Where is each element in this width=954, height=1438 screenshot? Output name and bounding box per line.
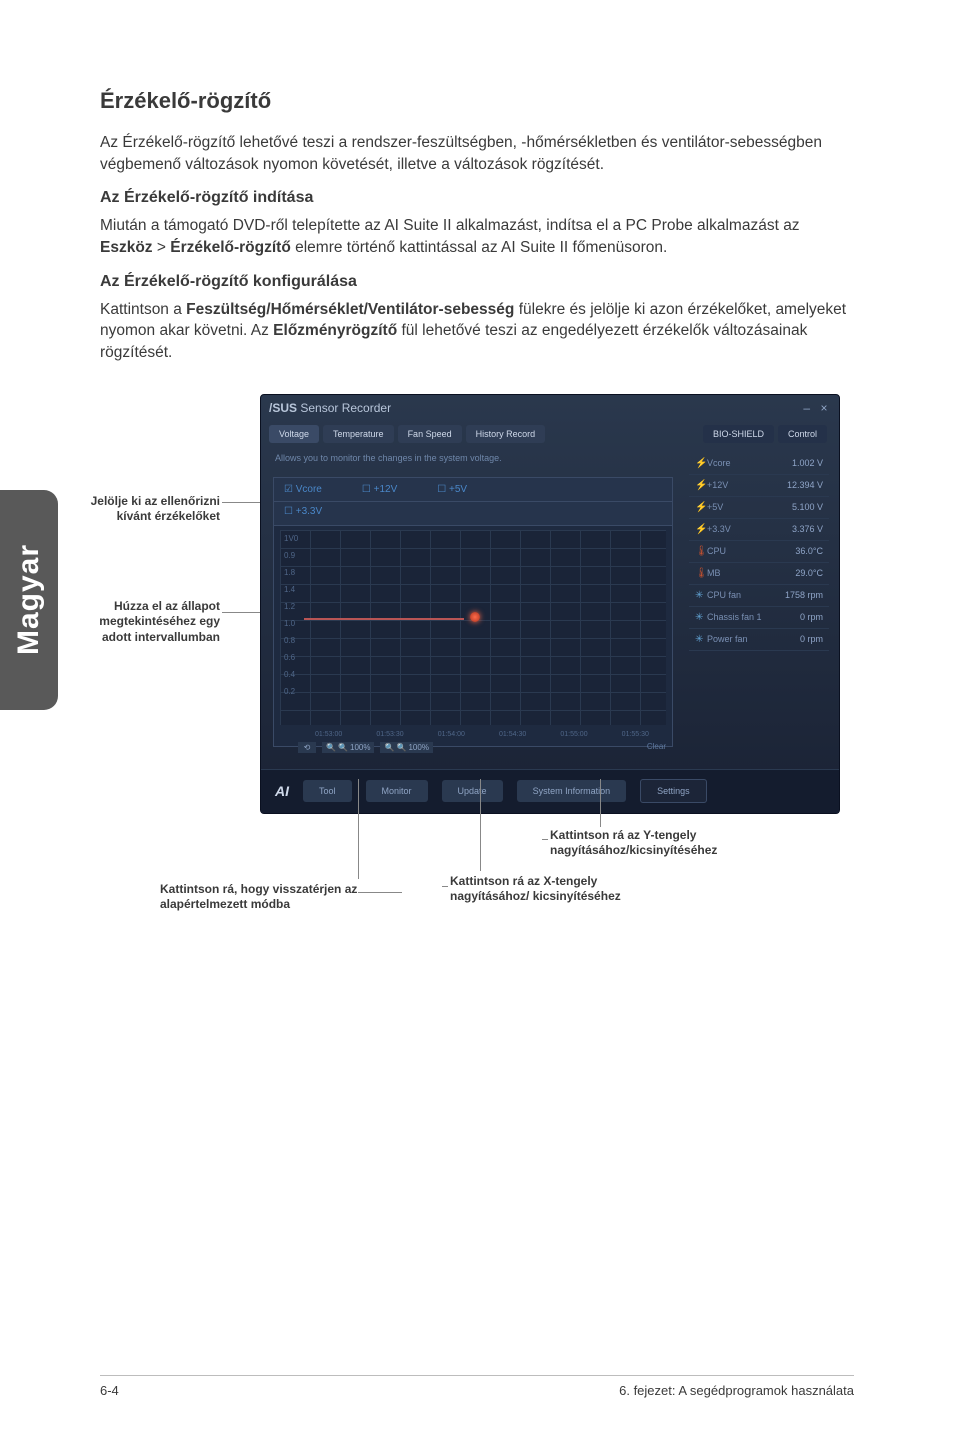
sensor-row-vcore: ⚡Vcore1.002 V (689, 453, 829, 475)
bolt-icon: ⚡ (695, 480, 707, 491)
brand-logo: /SUS (269, 401, 297, 415)
bottom-dock: AI Tool Monitor Update System Informatio… (261, 769, 839, 813)
sensor-row-chassis-fan: ✳Chassis fan 10 rpm (689, 607, 829, 629)
leader-line (442, 886, 448, 887)
leader-line (480, 779, 481, 871)
check-vcore[interactable]: ☑ Vcore (284, 484, 322, 495)
chart-plot[interactable]: 1V00.91.81.41.21.00.80.60.40.2 (280, 530, 666, 725)
bioshield-button[interactable]: BIO-SHIELD (703, 425, 774, 443)
close-button[interactable]: × (817, 395, 831, 421)
tab-history-record[interactable]: History Record (466, 425, 546, 443)
control-button[interactable]: Control (778, 425, 827, 443)
window-title: Sensor Recorder (300, 401, 391, 415)
leader-line (222, 612, 260, 613)
page-number: 6-4 (100, 1383, 119, 1398)
tab-temperature[interactable]: Temperature (323, 425, 394, 443)
section-start-heading: Az Érzékelő-rögzítő indítása (100, 189, 854, 207)
chart-x-axis: 01:53:0001:53:3001:54:0001:54:3001:55:00… (274, 729, 672, 738)
clear-button[interactable]: Clear (647, 742, 666, 753)
sensor-row-cpu-fan: ✳CPU fan1758 rpm (689, 585, 829, 607)
sensor-check-row-1: ☑ Vcore ☐ +12V ☐ +5V (274, 478, 672, 502)
fan-icon: ✳ (695, 634, 707, 645)
sensor-row-cpu-temp: 🌡CPU36.0°C (689, 541, 829, 563)
leader-line (600, 779, 601, 827)
dock-update-button[interactable]: Update (442, 780, 503, 802)
caption-select-sensors: Jelölje ki az ellenőrizni kívánt érzékel… (90, 494, 220, 525)
sensor-recorder-window: /SUS Sensor Recorder – × Voltage Tempera… (260, 394, 840, 814)
chart-panel: ☑ Vcore ☐ +12V ☐ +5V ☐ +3.3V 1V00.91.81.… (273, 477, 673, 747)
page-footer: 6-4 6. fejezet: A segédprogramok használ… (0, 1383, 954, 1398)
check-12v[interactable]: ☐ +12V (362, 484, 397, 495)
dock-tool-button[interactable]: Tool (303, 780, 352, 802)
tab-fan-speed[interactable]: Fan Speed (398, 425, 462, 443)
thermometer-icon: 🌡 (695, 546, 707, 557)
screenshot-wrapper: Jelölje ki az ellenőrizni kívánt érzékel… (100, 394, 840, 934)
window-titlebar: /SUS Sensor Recorder – × (261, 395, 839, 421)
sensor-row-12v: ⚡+12V12.394 V (689, 475, 829, 497)
sensor-row-5v: ⚡+5V5.100 V (689, 497, 829, 519)
zoom-y-control[interactable]: 🔍 🔍 100% (380, 742, 432, 753)
intro-paragraph: Az Érzékelő-rögzítő lehetővé teszi a ren… (100, 132, 854, 175)
ai-logo-icon: AI (275, 783, 289, 799)
reset-zoom-button[interactable]: ⟲ (298, 742, 316, 753)
sensor-row-3-3v: ⚡+3.3V3.376 V (689, 519, 829, 541)
history-recorder-bold: Előzményrögzítő (273, 322, 397, 339)
chart-trend-line (304, 618, 660, 620)
dock-sysinfo-button[interactable]: System Information (517, 780, 627, 802)
leader-line (542, 839, 548, 840)
section-config-heading: Az Érzékelő-rögzítő konfigurálása (100, 273, 854, 291)
section-config-body: Kattintson a Feszültség/Hőmérséklet/Vent… (100, 299, 854, 364)
leader-line (358, 779, 359, 879)
leader-line (222, 502, 260, 503)
bolt-icon: ⚡ (695, 502, 707, 513)
page-title: Érzékelő-rögzítő (100, 88, 854, 114)
footer-rule (100, 1375, 854, 1376)
menu-tool: Eszköz (100, 239, 153, 256)
fan-icon: ✳ (695, 590, 707, 601)
check-3-3v[interactable]: ☐ +3.3V (284, 506, 322, 517)
caption-drag-status: Húzza el az állapot megtekintéséhez egy … (90, 599, 220, 646)
minimize-button[interactable]: – (800, 395, 814, 421)
tab-voltage[interactable]: Voltage (269, 425, 319, 443)
bolt-icon: ⚡ (695, 458, 707, 469)
dock-monitor-button[interactable]: Monitor (366, 780, 428, 802)
sensor-check-row-2: ☐ +3.3V (274, 502, 672, 526)
zoom-x-out-icon[interactable]: 🔍 (338, 743, 348, 752)
page: Érzékelő-rögzítő Az Érzékelő-rögzítő leh… (0, 0, 954, 934)
caption-zoom-x: Kattintson rá az X-tengely nagyításához/… (450, 874, 650, 905)
bolt-icon: ⚡ (695, 524, 707, 535)
zoom-x-control[interactable]: 🔍 🔍 100% (322, 742, 374, 753)
tabs-row: Voltage Temperature Fan Speed History Re… (261, 421, 839, 447)
sensor-row-mb-temp: 🌡MB29.0°C (689, 563, 829, 585)
zoom-y-in-icon[interactable]: 🔍 (384, 743, 394, 752)
sensor-row-power-fan: ✳Power fan0 rpm (689, 629, 829, 651)
chart-controls: ⟲ 🔍 🔍 100% 🔍 🔍 100% Clear (274, 738, 672, 753)
chart-y-axis: 1V00.91.81.41.21.00.80.60.40.2 (284, 530, 298, 700)
zoom-y-out-icon[interactable]: 🔍 (396, 743, 406, 752)
thermometer-icon: 🌡 (695, 568, 707, 579)
check-5v[interactable]: ☐ +5V (437, 484, 467, 495)
tabs-bold: Feszültség/Hőmérséklet/Ventilátor-sebess… (186, 301, 514, 318)
chapter-title: 6. fejezet: A segédprogramok használata (619, 1383, 854, 1398)
section-start-body: Miután a támogató DVD-ről telepítette az… (100, 215, 854, 258)
fan-icon: ✳ (695, 612, 707, 623)
menu-sensor-recorder: Érzékelő-rögzítő (170, 239, 291, 256)
caption-zoom-y: Kattintson rá az Y-tengely nagyításához/… (550, 828, 810, 859)
chart-drag-marker[interactable] (470, 612, 480, 622)
sensor-readout-list: ⚡Vcore1.002 V ⚡+12V12.394 V ⚡+5V5.100 V … (689, 453, 829, 651)
caption-reset: Kattintson rá, hogy visszatérjen az alap… (160, 882, 400, 913)
dock-settings-button[interactable]: Settings (640, 779, 707, 803)
side-language-tab: Magyar (0, 490, 58, 710)
zoom-x-in-icon[interactable]: 🔍 (326, 743, 336, 752)
